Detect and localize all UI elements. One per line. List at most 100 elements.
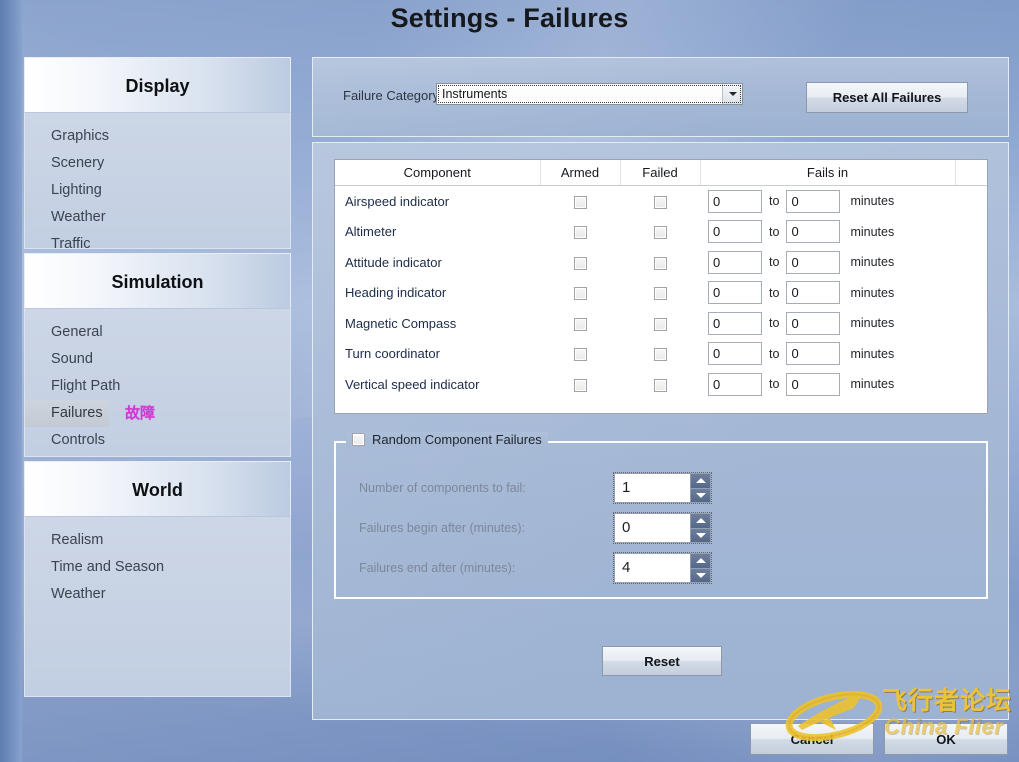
sidebar-group-title-world: World <box>24 461 291 517</box>
failed-checkbox[interactable] <box>653 195 667 209</box>
armed-checkbox[interactable] <box>573 226 587 240</box>
chevron-down-icon[interactable] <box>690 488 710 502</box>
table-row[interactable]: Airspeed indicator 0 to 0 minutes <box>335 186 987 217</box>
row-spacer <box>955 369 987 400</box>
column-header-failed[interactable]: Failed <box>620 160 701 186</box>
failures-begin-after-value[interactable]: 0 <box>615 514 690 542</box>
minutes-label: minutes <box>850 285 895 300</box>
sidebar-item-scenery[interactable]: Scenery <box>25 150 104 177</box>
failures-main-panel: Component Armed Failed Fails in Airspeed… <box>312 142 1009 720</box>
fails-from-input[interactable]: 0 <box>708 372 762 396</box>
sidebar-item-flight-path[interactable]: Flight Path <box>25 373 120 400</box>
column-header-component[interactable]: Component <box>335 160 541 186</box>
sidebar-item-lighting[interactable]: Lighting <box>25 177 102 204</box>
table-row[interactable]: Attitude indicator 0 to 0 minutes <box>335 247 987 278</box>
ok-button[interactable]: OK <box>884 723 1008 755</box>
sidebar-item-world-weather[interactable]: Weather <box>25 581 106 608</box>
failed-checkbox[interactable] <box>653 287 667 301</box>
failed-cell[interactable] <box>620 339 700 370</box>
failures-begin-after-stepper[interactable]: 0 <box>613 512 712 544</box>
table-row[interactable]: Turn coordinator 0 to 0 minutes <box>335 339 987 370</box>
failed-cell[interactable] <box>620 369 700 400</box>
table-row[interactable]: Altimeter 0 to 0 minutes <box>335 217 987 248</box>
sidebar-item-time-and-season[interactable]: Time and Season <box>25 554 164 581</box>
armed-checkbox[interactable] <box>573 287 587 301</box>
armed-checkbox[interactable] <box>573 317 587 331</box>
number-of-components-stepper[interactable]: 1 <box>613 472 712 504</box>
failures-table: Component Armed Failed Fails in Airspeed… <box>334 159 988 414</box>
row-spacer <box>955 186 987 217</box>
armed-cell[interactable] <box>540 217 620 248</box>
armed-cell[interactable] <box>540 308 620 339</box>
failed-cell[interactable] <box>620 186 700 217</box>
failure-category-select[interactable]: Instruments <box>436 83 743 105</box>
table-row[interactable]: Magnetic Compass 0 to 0 minutes <box>335 308 987 339</box>
table-row[interactable]: Vertical speed indicator 0 to 0 minutes <box>335 369 987 400</box>
chevron-up-icon[interactable] <box>690 474 710 489</box>
fails-from-input[interactable]: 0 <box>708 342 762 366</box>
sidebar-item-weather[interactable]: Weather <box>25 204 106 231</box>
failed-checkbox[interactable] <box>653 256 667 270</box>
random-failures-checkbox[interactable] <box>352 433 365 446</box>
fails-to-input[interactable]: 0 <box>786 281 841 305</box>
fails-to-input[interactable]: 0 <box>786 342 841 366</box>
sidebar-item-graphics[interactable]: Graphics <box>25 123 109 150</box>
armed-checkbox[interactable] <box>573 348 587 362</box>
failed-checkbox[interactable] <box>653 348 667 362</box>
chevron-down-icon[interactable] <box>690 528 710 542</box>
sidebar-item-sound[interactable]: Sound <box>25 346 93 373</box>
number-of-components-value[interactable]: 1 <box>615 474 690 502</box>
fails-to-input[interactable]: 0 <box>786 250 841 274</box>
fails-from-input[interactable]: 0 <box>708 250 762 274</box>
fails-to-input[interactable]: 0 <box>786 220 841 244</box>
row-spacer <box>955 247 987 278</box>
failure-category-value: Instruments <box>442 87 508 101</box>
failed-cell[interactable] <box>620 247 700 278</box>
component-name: Vertical speed indicator <box>345 376 480 392</box>
armed-cell[interactable] <box>540 186 620 217</box>
reset-button[interactable]: Reset <box>602 646 722 676</box>
failed-checkbox[interactable] <box>653 378 667 392</box>
chevron-up-icon[interactable] <box>690 554 710 569</box>
armed-checkbox[interactable] <box>573 378 587 392</box>
fails-to-input[interactable]: 0 <box>786 311 841 335</box>
fails-from-input[interactable]: 0 <box>708 220 762 244</box>
chevron-down-icon[interactable] <box>690 568 710 582</box>
failures-end-after-value[interactable]: 4 <box>615 554 690 582</box>
fails-to-input[interactable]: 0 <box>786 372 841 396</box>
fails-in-cell: 0 to 0 minutes <box>700 278 955 309</box>
chevron-up-icon[interactable] <box>690 514 710 529</box>
table-row[interactable]: Heading indicator 0 to 0 minutes <box>335 278 987 309</box>
failed-checkbox[interactable] <box>653 317 667 331</box>
to-label: to <box>769 255 780 270</box>
failed-cell[interactable] <box>620 217 700 248</box>
sidebar-item-traffic[interactable]: Traffic <box>25 231 90 258</box>
random-failures-legend[interactable]: Random Component Failures <box>346 432 548 447</box>
armed-cell[interactable] <box>540 369 620 400</box>
sidebar-item-controls[interactable]: Controls <box>25 427 105 454</box>
cancel-button[interactable]: Cancel <box>750 723 874 755</box>
fails-from-input[interactable]: 0 <box>708 311 762 335</box>
chevron-down-icon[interactable] <box>722 84 742 104</box>
armed-checkbox[interactable] <box>573 195 587 209</box>
failures-end-after-stepper[interactable]: 4 <box>613 552 712 584</box>
armed-cell[interactable] <box>540 247 620 278</box>
fails-in-cell: 0 to 0 minutes <box>700 247 955 278</box>
reset-all-failures-button[interactable]: Reset All Failures <box>806 82 968 113</box>
armed-cell[interactable] <box>540 278 620 309</box>
sidebar-item-failures[interactable]: Failures <box>25 400 109 427</box>
sidebar-item-general[interactable]: General <box>25 319 103 346</box>
fails-from-input[interactable]: 0 <box>708 281 762 305</box>
column-header-fails-in[interactable]: Fails in <box>700 160 956 186</box>
fails-from-input[interactable]: 0 <box>708 189 762 213</box>
column-header-armed[interactable]: Armed <box>540 160 621 186</box>
sidebar-group-items-display: Graphics Scenery Lighting Weather Traffi… <box>24 113 291 252</box>
armed-cell[interactable] <box>540 339 620 370</box>
fails-to-input[interactable]: 0 <box>786 189 841 213</box>
failed-cell[interactable] <box>620 308 700 339</box>
armed-checkbox[interactable] <box>573 256 587 270</box>
minutes-label: minutes <box>850 255 895 270</box>
failed-cell[interactable] <box>620 278 700 309</box>
failed-checkbox[interactable] <box>653 226 667 240</box>
sidebar-item-realism[interactable]: Realism <box>25 527 103 554</box>
